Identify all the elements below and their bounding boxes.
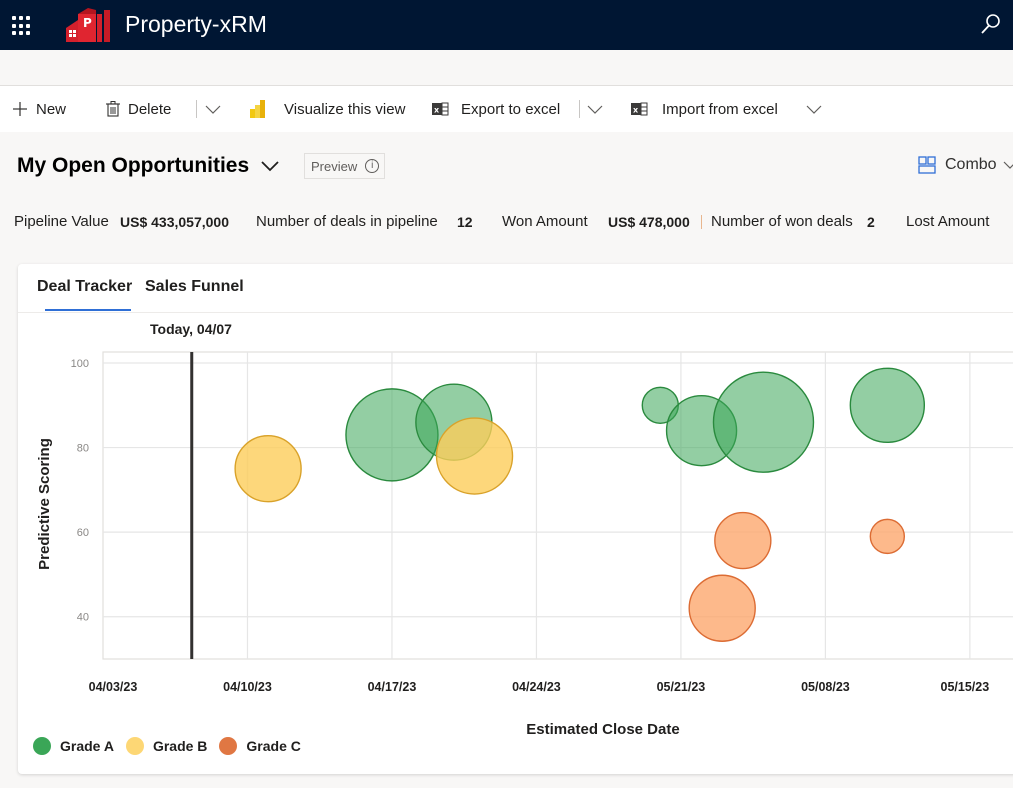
legend-item-grade-b[interactable]: Grade B [125,737,208,755]
x-tick-label: 05/08/23 [801,680,850,694]
bubble-grade-c [688,574,756,642]
bubble-grade-c [869,518,906,555]
layout-grid-icon [918,156,936,174]
view-selector-chevron-icon[interactable] [260,157,280,175]
new-button[interactable]: New [12,98,66,120]
y-axis-title: Predictive Scoring [36,438,53,570]
import-label: Import from excel [662,100,778,118]
bubble-grade-b [435,417,514,495]
won-amount-value: US$ 478,000 [608,214,690,230]
excel-icon: x [631,102,648,116]
x-tick-label: 04/17/23 [368,680,417,694]
export-label: Export to excel [461,100,561,118]
chevron-down-icon[interactable] [805,100,823,118]
y-tick-label: 80 [77,443,89,455]
won-amount-label: Won Amount [502,213,588,230]
chart-card: Deal Tracker Sales Funnel Today, 04/07 4… [18,264,1013,774]
y-tick-label: 60 [77,527,89,539]
visualize-button[interactable]: Visualize this view [250,98,405,120]
info-icon[interactable]: i [365,159,380,173]
x-tick-label: 04/24/23 [512,680,561,694]
pipeline-value-label: Pipeline Value [14,213,109,230]
won-deals-value: 2 [867,214,875,230]
x-tick-label: 05/21/23 [657,680,706,694]
delete-button[interactable]: Delete [106,98,171,120]
visualize-label: Visualize this view [284,100,406,118]
legend-swatch [33,737,51,755]
deals-in-pipeline-label: Number of deals in pipeline [256,213,438,230]
bubble-grade-a [849,367,926,443]
legend-label: Grade C [246,738,301,754]
legend-label: Grade B [152,738,208,754]
chevron-down-icon[interactable] [586,100,604,118]
legend-item-grade-a[interactable]: Grade A [33,737,114,755]
chart-type-selector[interactable]: Combo [918,156,1013,174]
chart-legend: Grade A Grade B Grade C [33,737,313,755]
view-title: My Open Opportunities [17,154,250,177]
delete-label: Delete [128,100,172,118]
separator [196,100,197,118]
search-icon[interactable] [979,12,1003,36]
won-deals-label: Number of won deals [711,213,853,230]
x-axis-title: Estimated Close Date [526,721,679,734]
pipeline-value: US$ 433,057,000 [120,214,229,230]
app-launcher-icon[interactable] [12,16,32,36]
legend-item-grade-c[interactable]: Grade C [219,737,301,755]
x-tick-label: 05/15/23 [941,680,990,694]
new-label: New [36,100,67,118]
legend-label: Grade A [60,738,114,754]
plus-icon [13,102,27,116]
legend-swatch [125,737,144,755]
bubble-grade-a [712,371,815,473]
top-bar: P Property-xRM [0,0,1013,50]
x-tick-label: 04/10/23 [223,680,272,694]
logo-icon: P [66,8,110,42]
preview-badge[interactable]: Preview i [304,153,385,179]
chevron-down-icon[interactable] [204,100,222,118]
chevron-down-icon [1003,161,1013,169]
app-title: Property-xRM [125,11,267,37]
sub-header [0,50,1013,86]
lost-amount-label: Lost Amount [906,213,990,230]
excel-icon: x [432,102,449,116]
y-tick-label: 40 [77,612,89,624]
powerbi-icon [250,100,265,118]
legend-swatch [219,737,238,755]
trash-icon [106,101,120,117]
separator [701,215,702,229]
chart-type-label: Combo [945,156,997,173]
bubble-chart: 40 60 80 100 04/03/23 04/10/23 04/17/23 04/24/2… [36,351,1013,734]
x-tick-label: 04/03/23 [89,680,138,694]
separator [579,100,580,118]
export-excel-button[interactable]: x Export to excel [432,98,560,120]
bubble-grade-c [714,511,772,570]
svg-text:x: x [633,106,639,115]
svg-text:x: x [434,106,440,115]
command-bar: New Delete Visualize this view x Export … [0,86,1013,132]
bubble-grade-b [234,435,302,503]
import-excel-button[interactable]: x Import from excel [631,98,778,120]
y-tick-label: 100 [71,358,89,370]
deals-in-pipeline-value: 12 [457,214,473,230]
preview-label: Preview [311,158,358,174]
logo-letter: P [83,16,92,30]
